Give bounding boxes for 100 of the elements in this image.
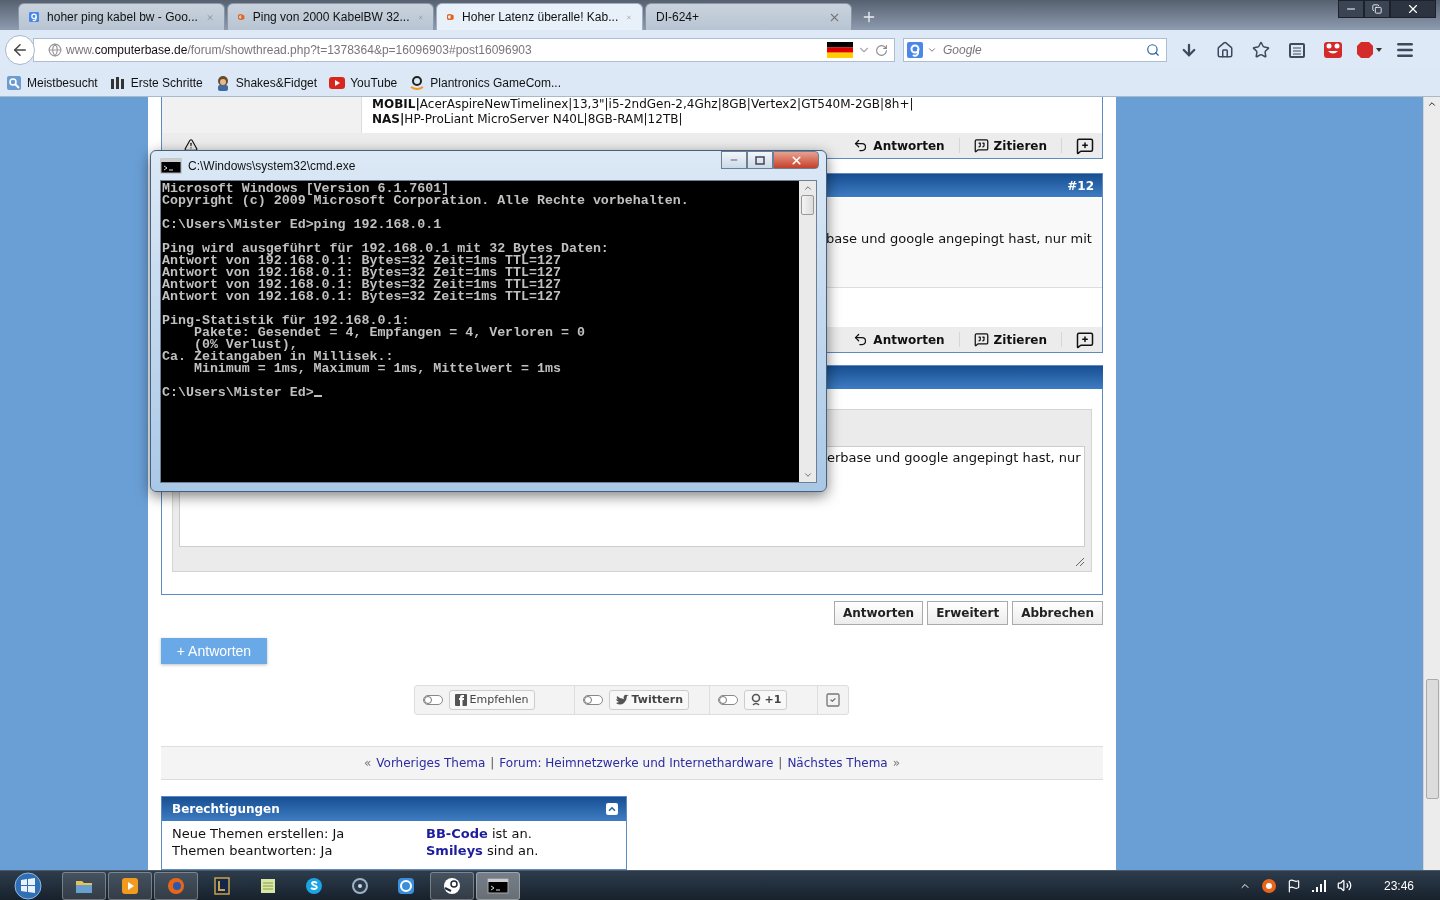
download-icon[interactable]: [1180, 41, 1198, 59]
media-player-icon: [120, 875, 140, 896]
resize-grip-icon[interactable]: [1073, 555, 1085, 567]
globe-icon: [48, 43, 62, 57]
console-line: (0% Verlust),: [192, 339, 298, 351]
multiquote-icon[interactable]: [1076, 136, 1094, 155]
console-line: Minimum = 1ms, Maximum = 1ms, Mittelwert = 1ms: [192, 363, 562, 375]
disc-icon: [350, 875, 370, 896]
separator: |: [778, 755, 783, 770]
scroll-thumb[interactable]: [801, 195, 814, 215]
console-icon: [487, 877, 509, 894]
close-button[interactable]: [1390, 0, 1436, 18]
maximize-icon: [755, 155, 765, 165]
chevron-up-icon: [607, 804, 617, 814]
star-icon[interactable]: [1252, 41, 1270, 59]
warning-icon[interactable]: [184, 138, 198, 152]
multiquote-icon[interactable]: [1076, 330, 1094, 349]
facebook-icon: [454, 693, 467, 706]
stop-sign-icon[interactable]: [1356, 41, 1382, 59]
quote-icon: [973, 138, 989, 153]
collapse-button[interactable]: [606, 803, 618, 815]
steam-icon: [442, 875, 462, 896]
next-arrow: »: [892, 755, 901, 770]
flag-icon: [827, 42, 853, 58]
bookmark-link[interactable]: Shakes&Fidget: [212, 75, 320, 91]
reply-icon: [853, 332, 869, 347]
scroll-thumb[interactable]: [1425, 679, 1439, 799]
search-box[interactable]: Google: [903, 38, 1167, 62]
reload-icon[interactable]: [875, 43, 888, 57]
bookmark-link[interactable]: Plantronics GameCom...: [407, 75, 563, 91]
nav-link[interactable]: Nächstes Thema: [787, 755, 888, 770]
reply-link[interactable]: Antworten: [853, 138, 960, 153]
nav-link[interactable]: Vorheriges Thema: [376, 755, 486, 770]
scrollbar[interactable]: [799, 181, 816, 482]
smile-icon: [409, 75, 426, 91]
form-button[interactable]: Abbrechen: [1012, 601, 1103, 625]
address-field[interactable]: www.computerbase.de/forum/showthread.php?t=1378364&p=16096903#post16096903: [33, 38, 895, 62]
maximize-button[interactable]: [747, 151, 773, 169]
signal-icon[interactable]: [1310, 878, 1327, 893]
face-icon[interactable]: [1323, 40, 1343, 60]
search-icon[interactable]: [1146, 43, 1160, 57]
permission-text: Themen beantworten: Ja: [172, 842, 334, 859]
console-line: Ping-Statistik für 192.168.0.1:: [162, 315, 410, 327]
prev-arrow: «: [363, 755, 372, 770]
reply-link[interactable]: Antworten: [853, 332, 960, 347]
form-button[interactable]: Erweitert: [927, 601, 1009, 625]
taskbar-app[interactable]: [430, 871, 474, 900]
help-link[interactable]: Smileys: [426, 843, 483, 858]
home-icon[interactable]: [1216, 41, 1234, 59]
console-icon: [160, 157, 182, 174]
plus-icon: [861, 9, 877, 25]
share-button[interactable]: Empfehlen: [448, 689, 535, 710]
browser-tab[interactable]: Ping von 2000 KabelBW 32...: [227, 3, 434, 30]
toggle-switch[interactable]: [717, 694, 738, 705]
console-line: Ca. Zeitangaben in Millisek.:: [162, 351, 394, 363]
bookmark-link[interactable]: Erste Schritte: [107, 75, 205, 91]
taskbar-app[interactable]: [108, 871, 152, 900]
permission-text: Neue Themen erstellen: Ja: [172, 825, 346, 842]
form-button[interactable]: Antworten: [833, 601, 924, 625]
nav-link[interactable]: Forum: Heimnetzwerke und Internethardware: [499, 755, 774, 770]
toggle-switch[interactable]: [422, 694, 443, 705]
browser-tab[interactable]: hoher ping kabel bw - Goo...: [18, 3, 225, 30]
bookmark-link[interactable]: YouTube: [327, 75, 400, 91]
console-line: Microsoft Windows [Version 6.1.7601]: [162, 183, 450, 195]
browser-tab[interactable]: DI-624+: [645, 3, 852, 30]
help-link[interactable]: BB-Code: [426, 826, 488, 841]
game-icon: [212, 875, 232, 896]
checkbox-icon[interactable]: [824, 691, 841, 708]
caret-icon[interactable]: [927, 45, 937, 55]
browser-tab[interactable]: Hoher Latenz überalle! Kab...: [436, 3, 643, 30]
quote-link[interactable]: Zitieren: [973, 138, 1062, 153]
toggle-switch[interactable]: [582, 694, 603, 705]
scroll-down-icon[interactable]: [802, 470, 813, 480]
taskbar-app[interactable]: [476, 871, 520, 900]
share-button[interactable]: +1: [743, 689, 788, 710]
quote-link[interactable]: Zitieren: [973, 332, 1062, 347]
scroll-up-icon[interactable]: [1427, 99, 1437, 109]
search-field[interactable]: Google: [941, 42, 1142, 58]
volume-icon[interactable]: [1336, 878, 1352, 893]
window-title: C:\Windows\system32\cmd.exe: [188, 158, 356, 173]
scroll-up-icon[interactable]: [802, 183, 813, 193]
scrollbar[interactable]: [1423, 97, 1440, 870]
close-button[interactable]: [773, 151, 819, 169]
restore-button[interactable]: [1364, 0, 1390, 18]
minimize-button[interactable]: [721, 151, 747, 169]
console-line: Copyright (c) 2009 Microsoft Corporation. Alle Rechte vorbehalten.: [162, 195, 690, 207]
skype-icon: [304, 875, 324, 896]
bookmark-link[interactable]: Meistbesucht: [4, 75, 100, 91]
share-button[interactable]: Twittern: [608, 689, 689, 710]
back-button[interactable]: [5, 35, 35, 65]
menu-icon[interactable]: [1395, 40, 1415, 60]
minimize-button[interactable]: [1338, 0, 1364, 18]
bird-icon: [614, 693, 629, 706]
flag-icon[interactable]: [1286, 878, 1301, 893]
list-icon[interactable]: [1289, 42, 1305, 58]
bars-icon: [109, 75, 126, 91]
taskbar-app[interactable]: [62, 871, 106, 900]
tray-icon[interactable]: [1260, 877, 1277, 894]
windows-logo-icon: [11, 871, 45, 900]
console-line: Pakete: Gesendet = 4, Empfangen = 4, Verloren = 0: [193, 327, 586, 339]
